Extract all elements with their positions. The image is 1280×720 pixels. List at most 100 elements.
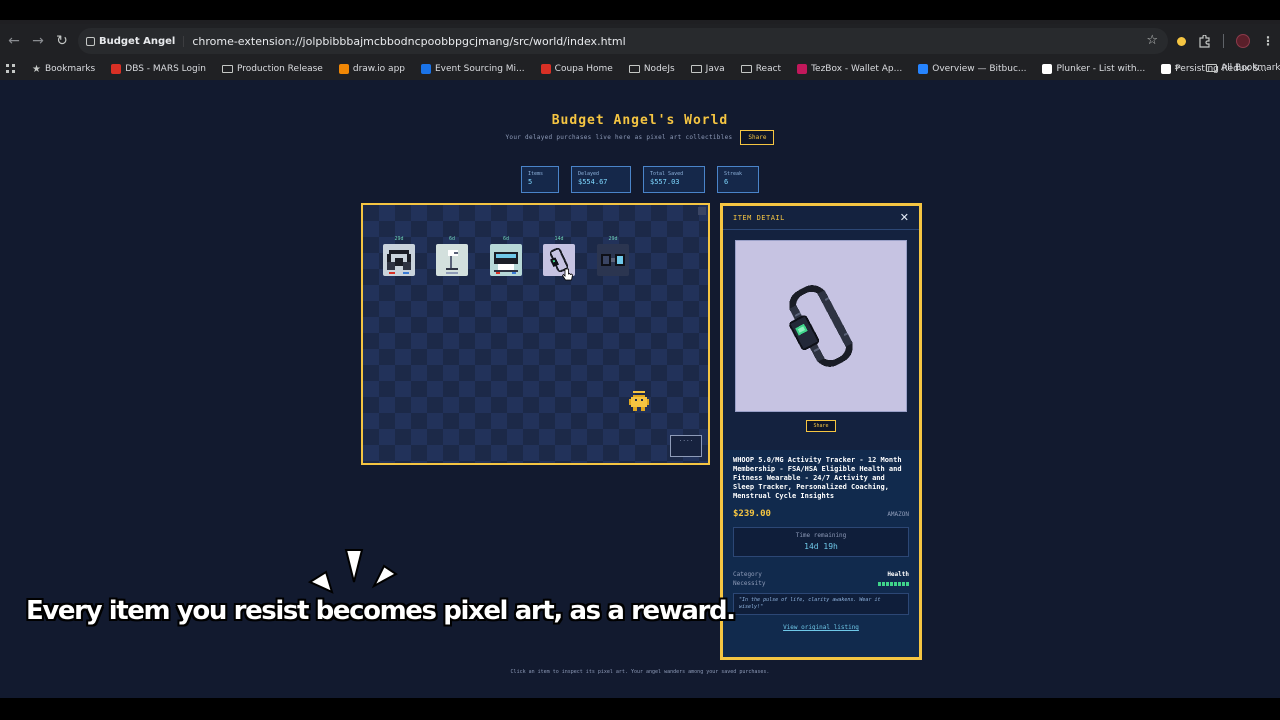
- world-item[interactable]: 6d: [490, 236, 522, 276]
- stat-card: Total Saved $557.03: [643, 166, 705, 193]
- price-row: $239.00 AMAZON: [733, 509, 909, 519]
- extensions-puzzle-icon[interactable]: [1198, 34, 1211, 48]
- site-info-chip[interactable]: Budget Angel: [86, 35, 185, 47]
- category-row: Category Health: [733, 571, 909, 578]
- budget-angel-extension-icon[interactable]: [1177, 36, 1186, 46]
- stat-card: Items 5: [521, 166, 559, 193]
- coupa-icon: [540, 64, 551, 74]
- bookmark-item[interactable]: Plunker - List with...: [1034, 64, 1153, 74]
- bookmark-item[interactable]: ★ Bookmarks: [24, 64, 103, 75]
- world-item[interactable]: 29d: [597, 236, 629, 276]
- bookmark-item[interactable]: DBS - MARS Login: [103, 64, 214, 74]
- minimap-label: ....: [678, 436, 694, 443]
- star-icon: ★: [32, 63, 41, 75]
- stat-value: 5: [528, 178, 533, 186]
- time-remaining-label: Time remaining: [795, 532, 847, 539]
- reload-icon[interactable]: ↻: [50, 29, 74, 53]
- bookmark-item[interactable]: Overview — Bitbuc...: [910, 64, 1034, 74]
- page-title: Budget Angel's World: [551, 113, 729, 128]
- address-bar[interactable]: Budget Angel chrome-extension://jolpbibb…: [78, 28, 1168, 54]
- detail-pixel-art: [735, 240, 907, 412]
- tezbox-icon: [797, 64, 808, 74]
- bookmark-item[interactable]: Coupa Home: [533, 64, 621, 74]
- fitness-band-art: [789, 285, 853, 367]
- subtitle-row: Your delayed purchases live here as pixe…: [0, 130, 1280, 145]
- bookmark-label: Production Release: [236, 64, 323, 74]
- hand-cursor-icon: [561, 268, 573, 281]
- bookmark-label: Event Sourcing Mi...: [435, 64, 525, 74]
- sparkle-burst-icon: [308, 549, 398, 594]
- page-subtitle: Your delayed purchases live here as pixe…: [505, 134, 733, 141]
- printer-art: [490, 244, 522, 276]
- stat-card: Streak 6: [717, 166, 759, 193]
- menu-kebab-icon[interactable]: ⋮: [1262, 34, 1274, 48]
- necessity-pip: [890, 581, 893, 586]
- site-chip-label: Budget Angel: [99, 35, 176, 47]
- world-item[interactable]: 29d: [383, 236, 415, 276]
- bookmark-item[interactable]: Event Sourcing Mi...: [413, 64, 533, 74]
- share-world-button[interactable]: Share: [740, 130, 775, 145]
- stat-label: Delayed: [578, 171, 600, 177]
- bookmark-item[interactable]: NodeJs: [621, 64, 683, 74]
- bookmark-star-icon[interactable]: ☆: [1146, 33, 1158, 48]
- item-price: $239.00: [733, 509, 771, 519]
- time-remaining-value: 14d 19h: [804, 542, 838, 551]
- bookmark-label: Coupa Home: [554, 64, 613, 74]
- profile-avatar[interactable]: [1236, 34, 1250, 48]
- necessity-pip: [894, 581, 897, 586]
- bookmark-label: TezBox - Wallet Ap...: [811, 64, 903, 74]
- bookmark-item[interactable]: Java: [683, 64, 733, 74]
- drawio-icon: [338, 64, 349, 74]
- gear-icon: [421, 64, 431, 74]
- desk-lamp-art: [436, 244, 468, 276]
- necessity-pip: [882, 581, 885, 586]
- item-merchant: AMAZON: [887, 511, 909, 518]
- folder-icon: [1206, 64, 1217, 72]
- view-original-listing-link[interactable]: View original listing: [733, 624, 909, 631]
- toolbar-actions: ⋮: [1177, 28, 1274, 54]
- world-canvas[interactable]: .... 29d 6d 6d 14d 29d: [361, 203, 710, 465]
- stat-label: Items: [528, 171, 544, 177]
- bookmark-label: NodeJs: [643, 64, 675, 74]
- stat-value: $554.67: [578, 178, 608, 186]
- category-value: Health: [887, 571, 909, 578]
- close-icon[interactable]: ✕: [900, 211, 909, 224]
- necessity-label: Necessity: [733, 580, 766, 587]
- bookmark-item[interactable]: Production Release: [214, 64, 331, 74]
- necessity-meter: [878, 580, 909, 587]
- url-text: chrome-extension://jolpbibbbajmcbbodncpo…: [192, 34, 626, 48]
- bookmark-label: Plunker - List with...: [1056, 64, 1146, 74]
- bookmark-item[interactable]: React: [733, 64, 789, 74]
- necessity-row: Necessity: [733, 580, 909, 587]
- necessity-pip: [902, 581, 905, 586]
- window-top-bar: [0, 0, 1280, 22]
- category-label: Category: [733, 571, 762, 578]
- forward-icon[interactable]: →: [26, 29, 50, 53]
- window-bottom-bar: [0, 698, 1280, 720]
- folder-icon: [628, 65, 640, 73]
- stat-label: Streak: [724, 171, 743, 177]
- bookmark-label: Java: [705, 64, 725, 74]
- world-corner-handle: [698, 207, 706, 215]
- folder-icon: [221, 65, 233, 73]
- bookmarks-overflow-icon[interactable]: »: [1174, 62, 1180, 73]
- back-icon[interactable]: ←: [2, 29, 26, 53]
- all-bookmarks-label: All Bookmarks: [1221, 63, 1280, 73]
- bookmark-label: DBS - MARS Login: [125, 64, 206, 74]
- detail-title: ITEM DETAIL: [733, 213, 785, 222]
- medium-icon: [1161, 64, 1172, 74]
- minimap[interactable]: ....: [670, 435, 702, 457]
- detail-body: WHOOP 5.0/MG Activity Tracker - 12 Month…: [723, 450, 919, 657]
- world-item[interactable]: 6d: [436, 236, 468, 276]
- apps-grid-icon[interactable]: [6, 64, 16, 74]
- detail-header: ITEM DETAIL ✕: [723, 206, 919, 230]
- toolbar-divider: [1223, 34, 1224, 48]
- bookmark-label: Bookmarks: [44, 64, 96, 74]
- stat-value: $557.03: [650, 178, 680, 186]
- share-item-button[interactable]: Share: [806, 420, 836, 432]
- bookmark-item[interactable]: TezBox - Wallet Ap...: [789, 64, 910, 74]
- stats-row: Items 5 Delayed $554.67 Total Saved $557.03 St…: [0, 166, 1280, 193]
- bookmark-item[interactable]: draw.io app: [331, 64, 413, 74]
- browser-toolbar: ← → ↻ Budget Angel chrome-extension://jo…: [0, 24, 1280, 58]
- all-bookmarks-button[interactable]: All Bookmarks: [1198, 63, 1280, 73]
